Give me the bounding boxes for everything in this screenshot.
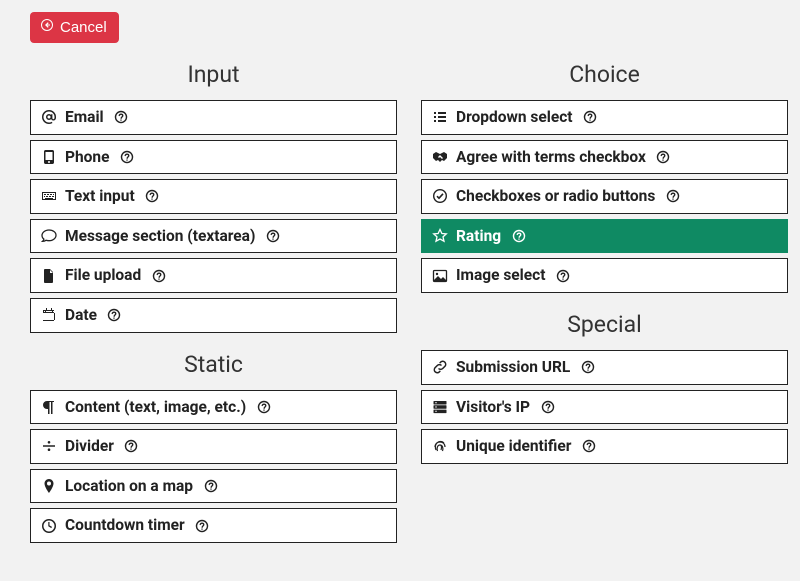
field-option-countdown-timer[interactable]: Countdown timer bbox=[30, 508, 397, 543]
field-option-image-select[interactable]: Image select bbox=[421, 258, 788, 293]
help-icon[interactable] bbox=[583, 110, 598, 125]
section-title-choice: Choice bbox=[421, 61, 788, 88]
help-icon[interactable] bbox=[540, 399, 555, 414]
fingerprint-icon bbox=[432, 438, 448, 454]
divide-icon bbox=[41, 438, 57, 454]
comment-icon bbox=[41, 228, 57, 244]
field-option-label: Visitor's IP bbox=[456, 398, 530, 417]
field-option-label: Message section (textarea) bbox=[65, 227, 255, 246]
field-option-label: Dropdown select bbox=[456, 108, 573, 127]
field-option-label: Image select bbox=[456, 266, 545, 285]
field-list: Email Phone Text input Message section (tex… bbox=[30, 100, 397, 333]
field-option-label: Agree with terms checkbox bbox=[456, 148, 646, 167]
help-icon[interactable] bbox=[119, 149, 134, 164]
field-option-label: File upload bbox=[65, 266, 141, 285]
field-option-label: Text input bbox=[65, 187, 135, 206]
clock-icon bbox=[41, 518, 57, 534]
list-icon bbox=[432, 109, 448, 125]
field-option-text-input[interactable]: Text input bbox=[30, 179, 397, 214]
help-icon[interactable] bbox=[581, 439, 596, 454]
field-option-content-text-image-etc[interactable]: Content (text, image, etc.) bbox=[30, 390, 397, 425]
help-icon[interactable] bbox=[656, 149, 671, 164]
help-icon[interactable] bbox=[107, 308, 122, 323]
map-marker-icon bbox=[41, 478, 57, 494]
at-icon bbox=[41, 109, 57, 125]
help-icon[interactable] bbox=[256, 399, 271, 414]
help-icon[interactable] bbox=[555, 268, 570, 283]
field-list: Submission URL Visitor's IP Unique identif… bbox=[421, 350, 788, 464]
paragraph-icon bbox=[41, 399, 57, 415]
link-icon bbox=[432, 359, 448, 375]
field-option-email[interactable]: Email bbox=[30, 100, 397, 135]
image-icon bbox=[432, 268, 448, 284]
field-option-date[interactable]: Date bbox=[30, 298, 397, 333]
field-option-agree-with-terms-checkbox[interactable]: Agree with terms checkbox bbox=[421, 140, 788, 175]
field-option-label: Checkboxes or radio buttons bbox=[456, 187, 655, 206]
section-title-special: Special bbox=[421, 311, 788, 338]
field-option-label: Phone bbox=[65, 148, 109, 167]
cancel-button-label: Cancel bbox=[60, 19, 107, 36]
field-option-label: Email bbox=[65, 108, 104, 127]
help-icon[interactable] bbox=[145, 189, 160, 204]
field-option-unique-identifier[interactable]: Unique identifier bbox=[421, 429, 788, 464]
field-option-checkboxes-or-radio-buttons[interactable]: Checkboxes or radio buttons bbox=[421, 179, 788, 214]
check-circle-icon bbox=[432, 188, 448, 204]
help-icon[interactable] bbox=[203, 479, 218, 494]
field-option-message-section-textarea[interactable]: Message section (textarea) bbox=[30, 219, 397, 254]
help-icon[interactable] bbox=[114, 110, 129, 125]
field-option-label: Countdown timer bbox=[65, 516, 185, 535]
field-option-file-upload[interactable]: File upload bbox=[30, 258, 397, 293]
section-title-static: Static bbox=[30, 351, 397, 378]
field-type-picker: Input Email Phone Text input Message section… bbox=[0, 43, 800, 543]
field-list: Dropdown select Agree with terms checkbox… bbox=[421, 100, 788, 293]
server-icon bbox=[432, 399, 448, 415]
file-icon bbox=[41, 268, 57, 284]
help-icon[interactable] bbox=[195, 518, 210, 533]
field-option-label: Content (text, image, etc.) bbox=[65, 398, 246, 417]
phone-icon bbox=[41, 149, 57, 165]
cancel-button[interactable]: Cancel bbox=[30, 12, 119, 43]
help-icon[interactable] bbox=[265, 229, 280, 244]
field-option-label: Submission URL bbox=[456, 358, 570, 377]
help-icon[interactable] bbox=[151, 268, 166, 283]
star-icon bbox=[432, 228, 448, 244]
field-option-label: Divider bbox=[65, 437, 114, 456]
section-title-input: Input bbox=[30, 61, 397, 88]
arrow-left-circle-icon bbox=[40, 18, 54, 36]
field-option-rating[interactable]: Rating bbox=[421, 219, 788, 254]
field-option-divider[interactable]: Divider bbox=[30, 429, 397, 464]
help-icon[interactable] bbox=[511, 229, 526, 244]
keyboard-icon bbox=[41, 188, 57, 204]
help-icon[interactable] bbox=[665, 189, 680, 204]
handshake-icon bbox=[432, 149, 448, 165]
field-option-label: Date bbox=[65, 306, 97, 325]
field-list: Content (text, image, etc.) Divider Locati… bbox=[30, 390, 397, 543]
field-option-submission-url[interactable]: Submission URL bbox=[421, 350, 788, 385]
field-option-label: Location on a map bbox=[65, 477, 193, 496]
help-icon[interactable] bbox=[580, 360, 595, 375]
field-option-location-on-a-map[interactable]: Location on a map bbox=[30, 469, 397, 504]
field-option-phone[interactable]: Phone bbox=[30, 140, 397, 175]
help-icon[interactable] bbox=[124, 439, 139, 454]
field-option-label: Rating bbox=[456, 227, 501, 246]
field-option-label: Unique identifier bbox=[456, 437, 571, 456]
calendar-icon bbox=[41, 307, 57, 323]
field-option-dropdown-select[interactable]: Dropdown select bbox=[421, 100, 788, 135]
field-option-visitor-s-ip[interactable]: Visitor's IP bbox=[421, 390, 788, 425]
